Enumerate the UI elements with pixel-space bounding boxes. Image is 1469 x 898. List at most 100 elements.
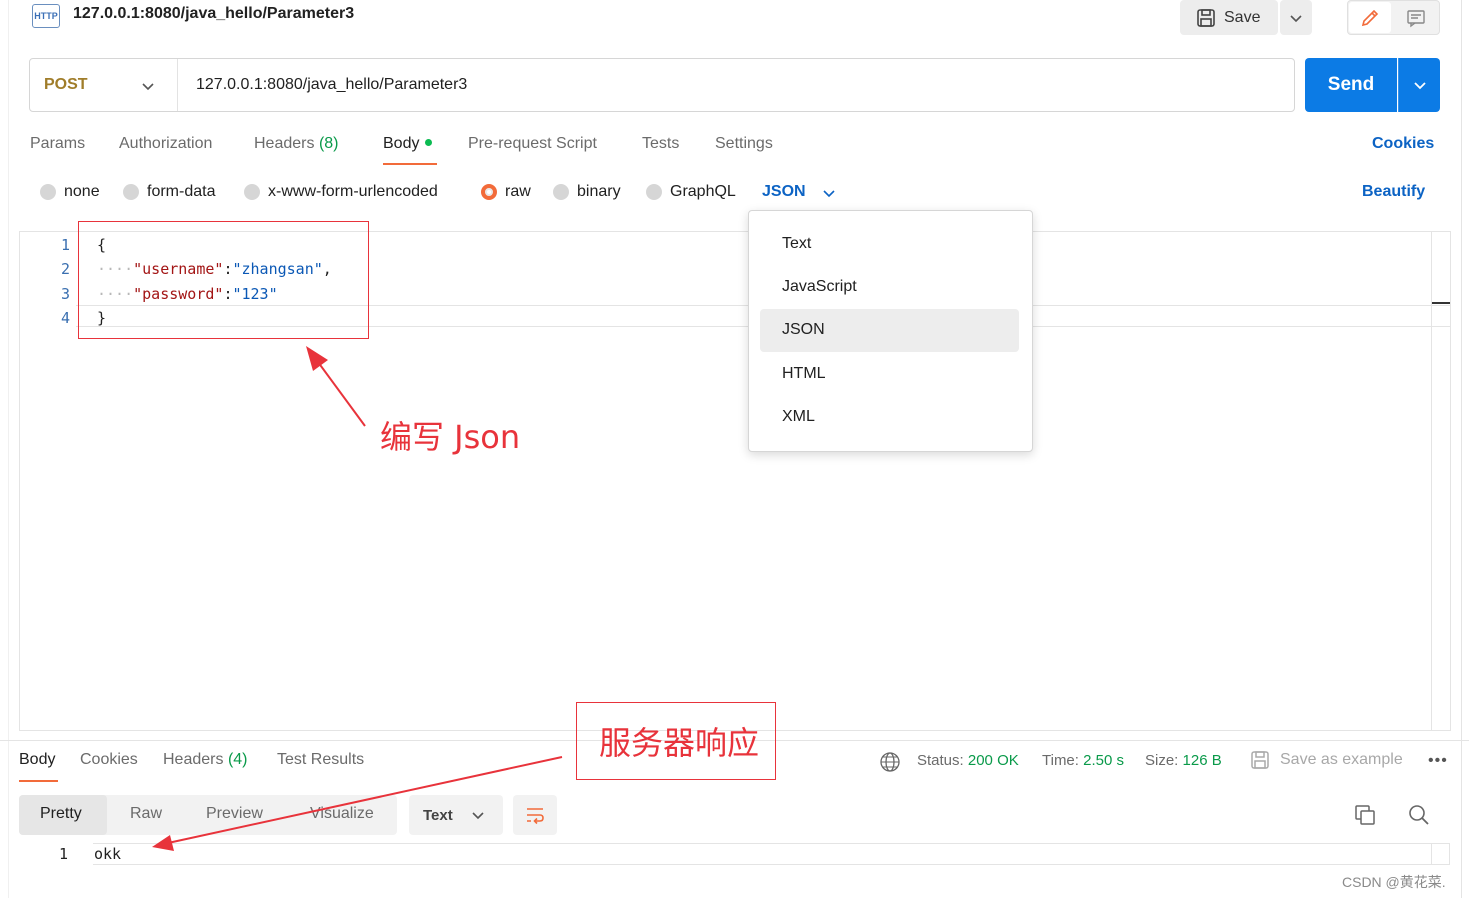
tab-prerequest-script[interactable]: Pre-request Script [468,135,597,153]
body-mode-label: GraphQL [670,183,736,200]
response-tab-headers[interactable]: Headers (4) [163,751,248,769]
view-raw-button[interactable]: Raw [130,805,162,823]
dropdown-option-json[interactable]: JSON [782,321,825,339]
tab-tests[interactable]: Tests [642,135,679,153]
tab-authorization[interactable]: Authorization [119,135,212,153]
body-mode-label: form-data [147,183,216,200]
tab-headers[interactable]: Headers (8) [254,135,339,153]
beautify-button[interactable]: Beautify [1362,183,1425,201]
format-label: Text [423,806,453,824]
body-indicator-dot [425,139,433,146]
response-body: okk [94,845,122,863]
send-button[interactable]: Send [1305,58,1397,112]
headers-count: (8) [318,135,339,152]
search-icon[interactable] [1407,803,1431,827]
radio-icon [646,184,662,200]
floppy-disk-icon [1197,8,1215,27]
wrap-lines-button[interactable] [513,795,557,835]
chevron-down-icon [1290,14,1302,22]
radio-icon [123,184,139,200]
body-mode-raw[interactable]: raw [481,183,531,201]
time-label: Time: [1042,752,1079,769]
annotation-box-json [78,221,369,339]
url-input[interactable]: 127.0.0.1:8080/java_hello/Parameter3 [196,76,467,94]
tab-params[interactable]: Params [30,135,85,153]
response-scrollbar[interactable] [1431,843,1450,865]
dropdown-option-html[interactable]: HTML [782,365,826,383]
chevron-down-icon[interactable] [140,78,156,94]
active-response-tab-indicator [19,780,58,782]
window-right-border [1461,0,1462,898]
save-as-example-button[interactable]: Save as example [1280,751,1403,769]
chevron-down-icon[interactable] [822,186,836,200]
comment-icon [1407,9,1425,27]
language-select[interactable]: JSON [762,183,806,201]
status-label: Status: [917,752,964,769]
view-preview-button[interactable]: Preview [206,805,263,823]
response-time[interactable]: Time: 2.50 s [1042,752,1124,769]
watermark: CSDN @黄花菜. [1342,874,1446,890]
response-headers-count: (4) [227,751,248,768]
line-number: 2 [60,260,70,278]
line-number: 1 [60,236,70,254]
body-mode-label: binary [577,183,621,200]
response-tab-headers-label: Headers [163,751,224,768]
annotation-write-json: 编写 Json [380,418,521,456]
dropdown-option-text[interactable]: Text [782,235,811,253]
pencil-icon [1361,9,1379,26]
scrollbar-marker [1432,302,1450,304]
view-pretty-button[interactable]: Pretty [40,805,82,823]
radio-icon [244,184,260,200]
tab-body[interactable]: Body [383,135,433,153]
http-request-icon: HTTP [32,4,60,28]
body-mode-graphql[interactable]: GraphQL [646,183,736,201]
globe-icon[interactable] [879,751,901,773]
dropdown-option-javascript[interactable]: JavaScript [782,278,857,296]
save-label: Save [1224,8,1261,26]
line-number: 1 [58,845,68,863]
line-number: 4 [60,309,70,327]
radio-selected-icon [481,184,497,200]
comments-button[interactable] [1400,2,1432,33]
copy-icon[interactable] [1353,803,1377,827]
request-title[interactable]: 127.0.0.1:8080/java_hello/Parameter3 [73,5,354,23]
status-value: 200 OK [967,752,1019,769]
edit-mode-button[interactable] [1349,2,1391,33]
body-mode-binary[interactable]: binary [553,183,621,201]
body-mode-none[interactable]: none [40,183,100,201]
divider [177,59,178,111]
more-options-icon[interactable]: ••• [1428,752,1448,770]
size-label: Size: [1145,752,1179,769]
active-tab-indicator [383,163,437,165]
body-mode-urlencoded[interactable]: x-www-form-urlencoded [244,183,438,201]
chevron-down-icon [1413,82,1426,90]
annotation-server-response: 服务器响应 [599,724,760,762]
time-value: 2.50 s [1083,752,1124,769]
save-options-button[interactable] [1280,0,1312,35]
response-tab-body[interactable]: Body [19,751,55,769]
dropdown-option-xml[interactable]: XML [782,408,815,426]
method-select[interactable]: POST [44,76,88,94]
chevron-down-icon [472,812,484,820]
floppy-disk-icon [1251,751,1269,769]
wrap-lines-icon [527,808,544,825]
response-size[interactable]: Size: 126 B [1145,752,1222,769]
body-mode-label: x-www-form-urlencoded [268,183,438,200]
body-mode-label: raw [505,183,531,200]
response-tab-cookies[interactable]: Cookies [80,751,138,769]
cookies-link[interactable]: Cookies [1372,135,1434,153]
radio-icon [553,184,569,200]
response-format-select[interactable]: Text [409,795,503,835]
body-mode-label: none [64,183,100,200]
tab-settings[interactable]: Settings [715,135,773,153]
send-options-button[interactable] [1398,58,1440,112]
body-mode-form-data[interactable]: form-data [123,183,215,201]
size-value: 126 B [1182,752,1222,769]
response-tab-test-results[interactable]: Test Results [277,751,364,769]
window-left-border [8,0,9,898]
save-button[interactable]: Save [1180,0,1278,35]
response-status[interactable]: Status: 200 OK [917,752,1019,769]
tab-headers-label: Headers [254,135,315,152]
view-visualize-button[interactable]: Visualize [310,805,374,823]
line-number: 3 [60,285,70,303]
